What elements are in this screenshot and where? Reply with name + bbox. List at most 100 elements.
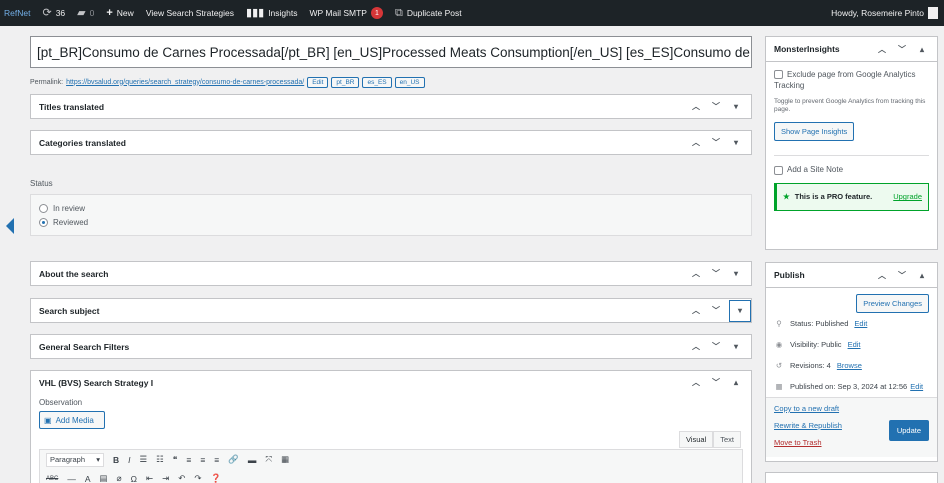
help-icon[interactable]: ❓ [211, 473, 222, 483]
move-up-icon[interactable]: ︿ [689, 268, 703, 279]
move-up-icon[interactable]: ︿ [689, 305, 703, 316]
about-search-header[interactable]: About the search ︿ ﹀ ▾ [31, 262, 751, 285]
bullet-list-icon[interactable]: ☰ [140, 454, 148, 465]
add-media-button[interactable]: ▣ Add Media [39, 411, 105, 429]
show-page-insights-button[interactable]: Show Page Insights [774, 122, 855, 142]
permalink-en-us-button[interactable]: en_US [394, 76, 425, 88]
move-down-icon[interactable]: ﹀ [709, 137, 723, 148]
indent-icon[interactable]: ⇥ [162, 473, 169, 483]
insights-link[interactable]: ▮▮▮ Insights [240, 0, 303, 26]
permalink-url[interactable]: https://bvsalud.org/queries/search_strat… [66, 79, 304, 86]
general-filters-header[interactable]: General Search Filters ︿ ﹀ ▾ [31, 335, 751, 358]
exclude-tracking-checkbox[interactable] [774, 70, 783, 80]
horizontal-line-icon[interactable]: — [67, 474, 76, 483]
undo-icon[interactable]: ↶ [178, 473, 185, 483]
site-note-checkbox[interactable] [774, 165, 783, 175]
radio-checked-icon[interactable] [39, 217, 48, 227]
move-up-icon[interactable]: ︿ [875, 270, 889, 281]
status-option-reviewed[interactable]: Reviewed [39, 215, 743, 229]
toolbar-toggle-icon[interactable]: ▦ [281, 454, 289, 465]
site-note-option[interactable]: Add a Site Note [774, 155, 929, 175]
monsterinsights-header[interactable]: MonsterInsights ︿ ﹀ ▴ [766, 37, 937, 62]
numbered-list-icon[interactable]: ☷ [156, 454, 164, 465]
preview-changes-button[interactable]: Preview Changes [856, 294, 929, 313]
toggle-up-icon[interactable]: ▴ [915, 45, 929, 54]
tab-text[interactable]: Text [713, 431, 741, 448]
status-text: Status: Published [790, 319, 849, 328]
blockquote-icon[interactable]: ❝ [173, 454, 178, 465]
move-down-icon[interactable]: ﹀ [709, 268, 723, 279]
move-down-icon[interactable]: ﹀ [709, 305, 723, 316]
toggle-up-icon[interactable]: ▴ [915, 271, 929, 280]
move-down-icon[interactable]: ﹀ [709, 341, 723, 352]
toggle-icon[interactable]: ▾ [729, 299, 751, 322]
updates-link[interactable]: ⟳ 36 [36, 0, 71, 26]
radio-icon[interactable] [39, 203, 48, 213]
edit-visibility-link[interactable]: Edit [848, 340, 861, 349]
format-select-value: Paragraph [50, 455, 86, 464]
rewrite-republish-link[interactable]: Rewrite & Republish [774, 421, 842, 430]
status-option-in-review[interactable]: In review [39, 201, 743, 215]
paste-text-icon[interactable]: ▤ [100, 473, 108, 483]
titles-translated-header[interactable]: Titles translated ︿ ﹀ ▾ [31, 95, 751, 118]
tab-visual[interactable]: Visual [678, 431, 714, 448]
update-button[interactable]: Update [888, 420, 929, 441]
strikethrough-icon[interactable]: ABC [46, 476, 58, 482]
copy-to-draft-link[interactable]: Copy to a new draft [774, 404, 839, 413]
read-more-icon[interactable]: ▬ [248, 455, 257, 465]
move-up-icon[interactable]: ︿ [689, 341, 703, 352]
outdent-icon[interactable]: ⇤ [146, 473, 153, 483]
bold-icon[interactable]: B [113, 455, 119, 465]
align-left-icon[interactable]: ≡ [186, 455, 191, 465]
toggle-icon[interactable]: ▾ [729, 269, 743, 278]
move-up-icon[interactable]: ︿ [689, 377, 703, 388]
search-subject-header[interactable]: Search subject ︿ ﹀ ▾ [31, 299, 751, 322]
upgrade-link[interactable]: Upgrade [893, 192, 922, 201]
toggle-icon[interactable]: ▾ [729, 138, 743, 147]
toggle-icon[interactable]: ▾ [729, 102, 743, 111]
observation-label: Observation [39, 398, 83, 407]
fullscreen-icon[interactable]: ⤧ [265, 454, 272, 465]
browse-revisions-link[interactable]: Browse [837, 361, 862, 370]
view-search-strategies-link[interactable]: View Search Strategies [140, 0, 240, 26]
publish-header[interactable]: Publish ︿ ﹀ ▴ [766, 263, 937, 288]
align-right-icon[interactable]: ≡ [214, 455, 219, 465]
link-icon[interactable]: 🔗 [228, 454, 239, 465]
wp-mail-smtp-link[interactable]: WP Mail SMTP 1 [303, 0, 388, 26]
move-to-trash-link[interactable]: Move to Trash [774, 438, 822, 447]
exclude-tracking-option[interactable]: Exclude page from Google Analytics Track… [774, 70, 929, 92]
categories-translated-header[interactable]: Categories translated ︿ ﹀ ▾ [31, 131, 751, 154]
align-center-icon[interactable]: ≡ [200, 455, 205, 465]
move-up-icon[interactable]: ︿ [689, 101, 703, 112]
move-down-icon[interactable]: ﹀ [709, 101, 723, 112]
italic-icon[interactable]: I [128, 455, 130, 465]
format-select[interactable]: Paragraph ▾ [46, 452, 104, 467]
permalink-es-es-button[interactable]: es_ES [362, 76, 392, 88]
post-title-input[interactable]: [pt_BR]Consumo de Carnes Processada[/pt_… [30, 36, 752, 68]
duplicate-post-link[interactable]: ⧉ Duplicate Post [389, 0, 468, 26]
edit-date-link[interactable]: Edit [910, 382, 923, 391]
site-name-link[interactable]: RefNet [0, 0, 36, 26]
media-icon: ▣ [44, 415, 52, 425]
site-name: RefNet [4, 8, 31, 18]
comments-link[interactable]: ▰ 0 [71, 0, 100, 26]
text-color-icon[interactable]: A [85, 474, 91, 483]
permalink-edit-button[interactable]: Edit [307, 76, 329, 88]
special-character-icon[interactable]: Ω [131, 474, 137, 483]
permalink-pt-br-button[interactable]: pt_BR [331, 76, 360, 88]
clear-formatting-icon[interactable]: ⌀ [117, 473, 122, 483]
redo-icon[interactable]: ↷ [194, 473, 201, 483]
vhl-search-strategy-header[interactable]: VHL (BVS) Search Strategy I ︿ ﹀ ▴ [31, 371, 751, 394]
move-down-icon[interactable]: ﹀ [895, 44, 909, 55]
move-down-icon[interactable]: ﹀ [709, 377, 723, 388]
toggle-icon[interactable]: ▾ [729, 342, 743, 351]
updates-icon: ⟳ [42, 6, 52, 19]
toggle-up-icon[interactable]: ▴ [729, 378, 743, 387]
new-content-link[interactable]: + New [100, 0, 139, 26]
edit-status-link[interactable]: Edit [854, 319, 867, 328]
move-down-icon[interactable]: ﹀ [895, 270, 909, 281]
general-filters-box: General Search Filters ︿ ﹀ ▾ [30, 334, 752, 359]
move-up-icon[interactable]: ︿ [689, 137, 703, 148]
user-account-link[interactable]: Howdy, Rosemeire Pinto [831, 7, 944, 19]
move-up-icon[interactable]: ︿ [875, 44, 889, 55]
